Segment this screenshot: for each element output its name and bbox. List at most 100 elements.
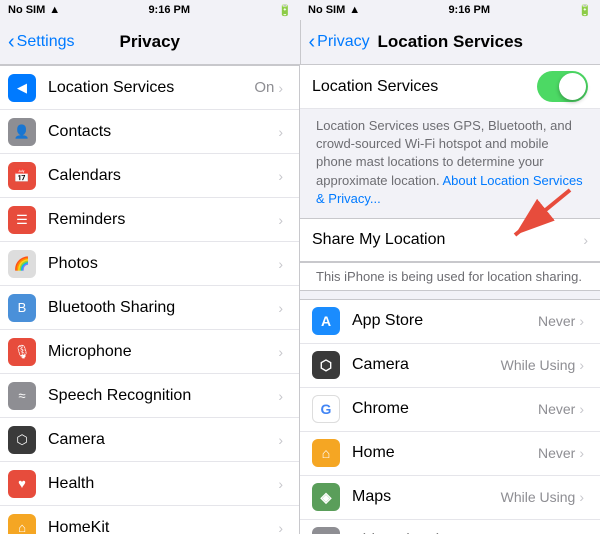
contacts-chevron-icon: › [278,124,283,140]
battery-icon-right: 🔋 [578,4,592,17]
content-container: ◀Location ServicesOn›👤Contacts› 📅 Calendar… [0,65,600,534]
photos-icon: 🌈 [8,250,36,278]
left-list-item-speech-recognition[interactable]: ≈Speech Recognition› [0,374,299,418]
reminders-chevron-icon: › [278,212,283,228]
app-store-permission: Never [538,313,575,329]
app-list-item-camera[interactable]: ⬡ CameraWhile Using› [300,344,600,388]
location-services-label: Location Services [48,79,254,97]
bluetooth-sharing-icon: B [8,294,36,322]
status-bar-container: No SIM ▲ 9:16 PM 🔋 No SIM ▲ 9:16 PM 🔋 [0,0,600,20]
speech-recognition-label: Speech Recognition [48,387,278,405]
battery-area-left: 🔋 [278,4,292,17]
maps-app-name: Maps [352,488,501,506]
home-chevron-icon: › [579,445,584,461]
carrier-left: No SIM [8,4,45,16]
homekit-icon: ⌂ [8,514,36,534]
camera-app-icon: ⬡ [312,351,340,379]
status-left-right: No SIM ▲ [308,4,360,16]
right-back-button[interactable]: ‹ Privacy [309,33,370,52]
wifi-icon-left: ▲ [49,4,60,16]
microphone-icon: 🎙 [8,338,36,366]
left-list-item-reminders[interactable]: ☰ Reminders› [0,198,299,242]
app-list-item-app-store[interactable]: AApp StoreNever› [300,300,600,344]
wifi-icon-right: ▲ [349,4,360,16]
location-services-toggle[interactable] [537,71,588,102]
left-back-button[interactable]: ‹ Settings [8,33,74,52]
home-app-icon: ⌂ [312,439,340,467]
chrome-chevron-icon: › [579,401,584,417]
left-list-item-camera[interactable]: ⬡Camera› [0,418,299,462]
left-back-chevron-icon: ‹ [8,32,15,52]
right-back-chevron-icon: ‹ [309,32,316,52]
location-services-toggle-row: Location Services [300,65,600,109]
microphone-chevron-icon: › [278,344,283,360]
right-nav-bar: ‹ Privacy Location Services [301,20,600,64]
status-left: No SIM ▲ [8,4,60,16]
right-nav-title: Location Services [377,32,523,52]
battery-area-right: 🔋 [578,4,592,17]
maps-permission: While Using [501,489,576,505]
camera-chevron-icon: › [579,357,584,373]
app-list-item-chrome[interactable]: G ChromeNever› [300,388,600,432]
share-my-location-chevron-icon: › [583,232,588,248]
homekit-chevron-icon: › [278,520,283,534]
calendars-icon: 📅 [8,162,36,190]
health-chevron-icon: › [278,476,283,492]
app-store-chevron-icon: › [579,313,584,329]
siri-dictation-app-icon: ⎙ [312,527,340,534]
left-list-item-location-services[interactable]: ◀Location ServicesOn› [0,66,299,110]
left-nav-title: Privacy [120,32,181,52]
carrier-right: No SIM [308,4,345,16]
speech-recognition-icon: ≈ [8,382,36,410]
share-my-location-row[interactable]: Share My Location › [300,218,600,262]
nav-bar-container: ‹ Settings Privacy ‹ Privacy Location Se… [0,20,600,65]
calendars-chevron-icon: › [278,168,283,184]
photos-label: Photos [48,255,278,273]
calendars-label: Calendars [48,167,278,185]
status-bar-left: No SIM ▲ 9:16 PM 🔋 [0,0,300,20]
health-icon: ♥ [8,470,36,498]
homekit-label: HomeKit [48,519,278,534]
left-list-item-bluetooth-sharing[interactable]: BBluetooth Sharing› [0,286,299,330]
home-permission: Never [538,445,575,461]
left-list-item-homekit[interactable]: ⌂ HomeKit› [0,506,299,534]
time-left: 9:16 PM [148,4,190,16]
location-sharing-note: This iPhone is being used for location s… [300,262,600,291]
maps-chevron-icon: › [579,489,584,505]
left-list-item-microphone[interactable]: 🎙 Microphone› [0,330,299,374]
left-back-label: Settings [17,33,75,51]
camera-app-name: Camera [352,356,501,374]
camera-permission: While Using [501,357,576,373]
health-label: Health [48,475,278,493]
reminders-label: Reminders [48,211,278,229]
app-list-section: AApp StoreNever›⬡CameraWhile Using›GChro… [300,299,600,534]
camera-chevron-icon: › [278,432,283,448]
toggle-knob [559,73,586,100]
left-list-item-calendars[interactable]: 📅 Calendars› [0,154,299,198]
right-back-label: Privacy [317,33,369,51]
location-services-value: On [254,79,274,96]
home-app-name: Home [352,444,538,462]
left-list-item-contacts[interactable]: 👤Contacts› [0,110,299,154]
app-list-item-siri-dictation[interactable]: ⎙Siri & Dictation› [300,520,600,534]
location-services-info: Location Services uses GPS, Bluetooth, a… [300,109,600,218]
bluetooth-sharing-label: Bluetooth Sharing [48,299,278,317]
left-list-item-photos[interactable]: 🌈Photos› [0,242,299,286]
app-list-item-maps[interactable]: ◈MapsWhile Using› [300,476,600,520]
left-panel: ◀Location ServicesOn›👤Contacts› 📅 Calendar… [0,65,300,534]
microphone-label: Microphone [48,343,278,361]
location-services-toggle-label: Location Services [312,78,537,96]
chrome-app-name: Chrome [352,400,538,418]
location-sharing-note-text: This iPhone is being used for location s… [316,269,582,284]
left-list-section: ◀Location ServicesOn›👤Contacts› 📅 Calendar… [0,65,299,534]
left-list-item-health[interactable]: ♥ Health› [0,462,299,506]
app-list-item-home[interactable]: ⌂ HomeNever› [300,432,600,476]
share-my-location-label: Share My Location [312,231,583,249]
contacts-icon: 👤 [8,118,36,146]
time-right: 9:16 PM [448,4,490,16]
chrome-app-icon: G [312,395,340,423]
chrome-permission: Never [538,401,575,417]
reminders-icon: ☰ [8,206,36,234]
left-nav-bar: ‹ Settings Privacy [0,20,300,64]
camera-label: Camera [48,431,278,449]
